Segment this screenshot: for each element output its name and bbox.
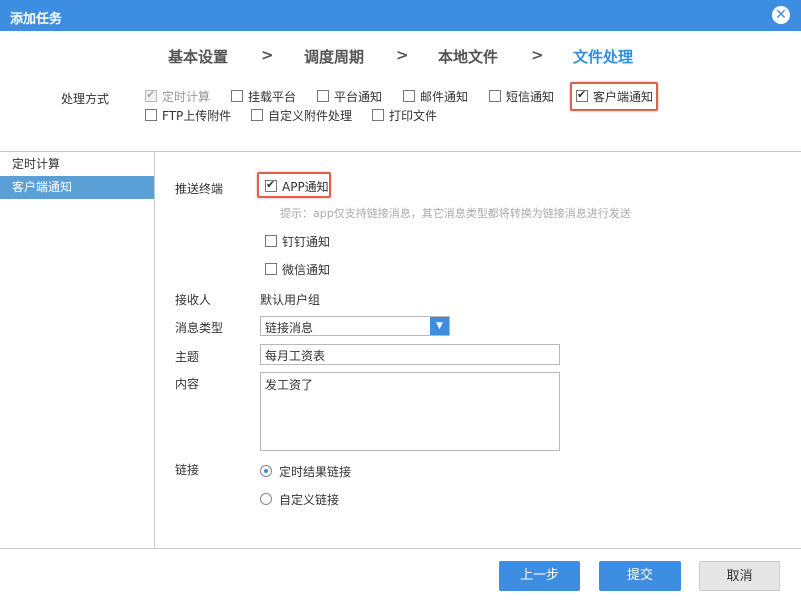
push-wechat-notify[interactable]: 微信通知 [265, 261, 330, 277]
checkbox[interactable] [251, 109, 263, 121]
step-basic-settings[interactable]: 基本设置 [168, 46, 228, 67]
checkbox[interactable] [576, 88, 588, 102]
checkbox[interactable] [403, 90, 415, 102]
step-schedule[interactable]: 调度周期 [304, 46, 364, 67]
checkbox[interactable] [317, 90, 329, 102]
checkbox[interactable] [489, 90, 501, 102]
app-hint: 提示：app仅支持链接消息，其它消息类型都将转换为链接消息进行发送 [280, 207, 631, 220]
checkbox[interactable] [231, 90, 243, 102]
checkbox[interactable] [265, 178, 277, 192]
footer-divider [0, 548, 801, 549]
receiver-label: 接收人 [175, 293, 212, 307]
option-email-notify[interactable]: 邮件通知 [403, 88, 468, 104]
push-dingtalk-notify[interactable]: 钉钉通知 [265, 233, 330, 249]
step-separator: > [531, 46, 544, 64]
message-type-select[interactable]: 链接消息 ▼ [260, 316, 450, 336]
step-separator: > [261, 46, 274, 64]
cancel-button[interactable]: 取消 [699, 561, 780, 591]
sidebar-item-timed-calc[interactable]: 定时计算 [0, 153, 154, 176]
push-terminal-label: 推送终端 [175, 182, 224, 196]
option-mount-platform[interactable]: 挂载平台 [231, 88, 296, 104]
checkbox[interactable] [145, 109, 157, 121]
submit-button[interactable]: 提交 [599, 561, 681, 591]
checkbox[interactable] [265, 235, 277, 247]
close-icon[interactable]: ✕ [772, 6, 790, 24]
step-separator: > [396, 46, 409, 64]
checkbox[interactable] [372, 109, 384, 121]
option-timed-calc[interactable]: 定时计算 [145, 88, 210, 104]
option-platform-notify[interactable]: 平台通知 [317, 88, 382, 104]
content-label: 内容 [175, 377, 200, 391]
option-print-file[interactable]: 打印文件 [372, 107, 437, 123]
option-sms-notify[interactable]: 短信通知 [489, 88, 554, 104]
subject-input[interactable]: 每月工资表 [260, 344, 560, 365]
sidebar: 定时计算 客户端通知 [0, 152, 155, 548]
radio-button[interactable] [260, 493, 272, 505]
checkbox[interactable] [145, 88, 157, 102]
step-file-processing[interactable]: 文件处理 [573, 46, 633, 67]
receiver-value: 默认用户组 [260, 293, 321, 307]
sidebar-item-client-notify[interactable]: 客户端通知 [0, 176, 154, 199]
option-ftp-upload[interactable]: FTP上传附件 [145, 107, 231, 123]
content-textarea[interactable]: 发工资了 [260, 372, 560, 451]
radio-timed-result-link[interactable]: 定时结果链接 [260, 463, 351, 479]
radio-custom-link[interactable]: 自定义链接 [260, 491, 339, 507]
wizard-steps: 基本设置 > 调度周期 > 本地文件 > 文件处理 [0, 46, 801, 72]
prev-button[interactable]: 上一步 [499, 561, 580, 591]
radio-button[interactable] [260, 465, 272, 477]
push-app-notify[interactable]: APP通知 [265, 178, 329, 194]
checkbox[interactable] [265, 263, 277, 275]
subject-label: 主题 [175, 350, 200, 364]
option-client-notify[interactable]: 客户端通知 [576, 88, 653, 104]
message-type-label: 消息类型 [175, 321, 224, 335]
dialog-title: 添加任务 [10, 12, 63, 27]
dialog-titlebar: 添加任务 ✕ [0, 0, 801, 31]
message-type-value: 链接消息 [265, 321, 314, 335]
chevron-down-icon[interactable]: ▼ [430, 317, 449, 335]
processing-method-label: 处理方式 [61, 92, 110, 106]
step-local-files[interactable]: 本地文件 [438, 46, 498, 67]
link-label: 链接 [175, 463, 200, 477]
option-custom-attachment[interactable]: 自定义附件处理 [251, 107, 352, 123]
